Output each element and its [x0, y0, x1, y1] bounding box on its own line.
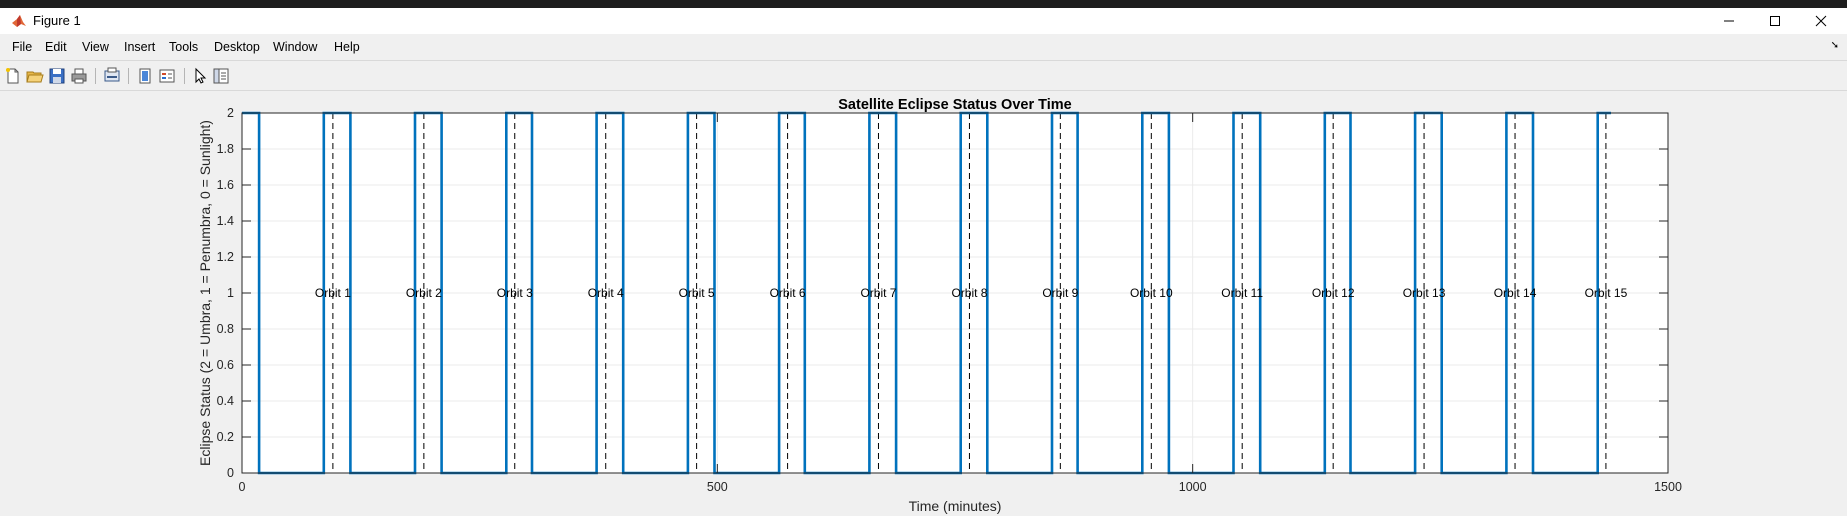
orbit-label: Orbit 2 — [406, 286, 442, 300]
matlab-icon — [12, 15, 26, 27]
orbit-label: Orbit 5 — [679, 286, 715, 300]
open-file-icon[interactable] — [26, 67, 44, 85]
print-preview-icon[interactable] — [103, 67, 121, 85]
toolbar-separator — [128, 68, 129, 84]
toolbar — [0, 64, 1847, 88]
x-axis-label: Time (minutes) — [909, 498, 1002, 514]
orbit-label: Orbit 15 — [1585, 286, 1628, 300]
orbit-label: Orbit 14 — [1494, 286, 1537, 300]
toolbar-separator-line — [0, 90, 1847, 91]
x-tick-label: 0 — [239, 480, 246, 494]
y-tick-label: 0 — [227, 466, 234, 480]
save-icon[interactable] — [48, 67, 66, 85]
orbit-label: Orbit 7 — [860, 286, 896, 300]
orbit-label: Orbit 4 — [588, 286, 624, 300]
orbit-label: Orbit 10 — [1130, 286, 1173, 300]
y-tick-label: 0.2 — [217, 430, 234, 444]
minimize-icon — [1724, 20, 1734, 22]
new-figure-icon[interactable] — [4, 67, 22, 85]
y-axis-label: Eclipse Status (2 = Umbra, 1 = Penumbra,… — [197, 120, 213, 466]
insert-legend-icon[interactable] — [158, 67, 176, 85]
menu-separator — [0, 60, 1847, 61]
toolbar-separator — [184, 68, 185, 84]
y-tick-label: 1 — [227, 286, 234, 300]
y-tick-label: 0.8 — [217, 322, 234, 336]
orbit-label: Orbit 6 — [770, 286, 806, 300]
orbit-label: Orbit 12 — [1312, 286, 1355, 300]
property-inspector-icon[interactable] — [212, 67, 230, 85]
menu-view[interactable]: View — [80, 40, 111, 54]
menu-file[interactable]: File — [10, 40, 34, 54]
y-tick-label: 2 — [227, 106, 234, 120]
dock-arrow-icon[interactable]: ➘ — [1831, 40, 1839, 51]
maximize-icon — [1770, 16, 1780, 26]
edit-plot-icon[interactable] — [191, 67, 209, 85]
orbit-label: Orbit 1 — [315, 286, 351, 300]
orbit-label: Orbit 9 — [1042, 286, 1078, 300]
orbit-label: Orbit 13 — [1403, 286, 1446, 300]
figure-canvas: Orbit 1 Orbit 2 Orbit 3 Orbit 4 Orbit 5 Orbit… — [4, 92, 1844, 514]
close-button[interactable] — [1798, 8, 1844, 34]
eclipse-chart: Orbit 1 Orbit 2 Orbit 3 Orbit 4 Orbit 5 Orbit… — [197, 97, 1682, 514]
y-tick-label: 1.6 — [217, 178, 234, 192]
y-tick-label: 0.4 — [217, 394, 234, 408]
x-tick-label: 500 — [707, 480, 728, 494]
y-tick-label: 1.2 — [217, 250, 234, 264]
title-bar: Figure 1 — [0, 8, 1847, 34]
close-icon — [1815, 15, 1827, 27]
maximize-button[interactable] — [1752, 8, 1798, 34]
orbit-label: Orbit 8 — [951, 286, 987, 300]
menu-insert[interactable]: Insert — [122, 40, 157, 54]
y-tick-label: 1.8 — [217, 142, 234, 156]
y-tick-label: 0.6 — [217, 358, 234, 372]
menu-window[interactable]: Window — [271, 40, 319, 54]
toolbar-separator — [95, 68, 96, 84]
menu-help[interactable]: Help — [332, 40, 362, 54]
menu-edit[interactable]: Edit — [43, 40, 69, 54]
y-tick-label: 1.4 — [217, 214, 234, 228]
x-tick-label: 1000 — [1179, 480, 1207, 494]
orbit-label: Orbit 11 — [1221, 286, 1263, 300]
menu-desktop[interactable]: Desktop — [212, 40, 262, 54]
minimize-button[interactable] — [1706, 8, 1752, 34]
menu-bar: File Edit View Insert Tools Desktop Wind… — [0, 38, 1847, 58]
x-tick-label: 1500 — [1654, 480, 1682, 494]
figure-window: Figure 1 File Edit View Insert Tools Des… — [0, 8, 1847, 516]
link-plot-icon[interactable] — [136, 67, 154, 85]
menu-tools[interactable]: Tools — [167, 40, 200, 54]
print-icon[interactable] — [70, 67, 88, 85]
chart-title: Satellite Eclipse Status Over Time — [838, 97, 1071, 113]
orbit-label: Orbit 3 — [497, 286, 533, 300]
window-title: Figure 1 — [33, 13, 81, 28]
